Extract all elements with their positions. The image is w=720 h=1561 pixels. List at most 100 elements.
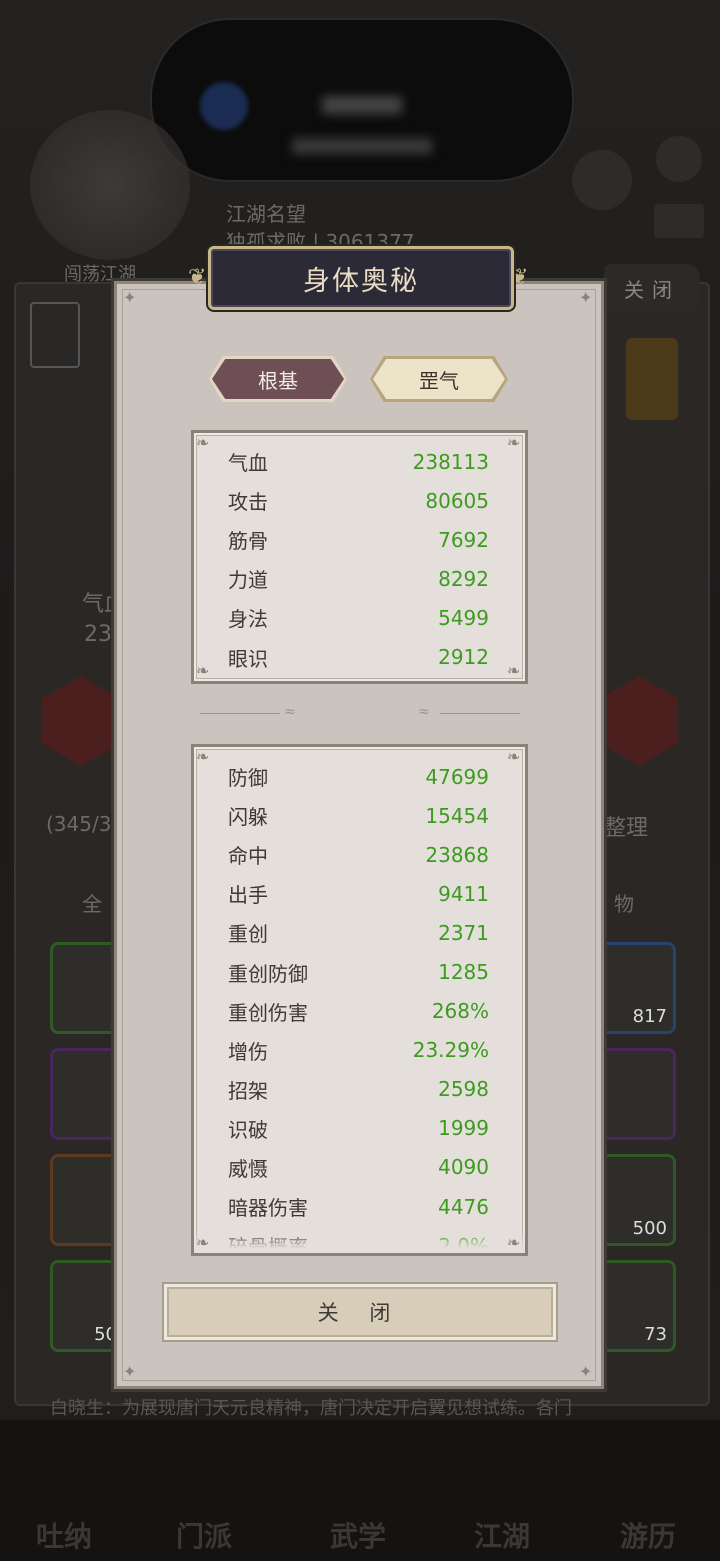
stat-name: 威慑 [228,1156,268,1181]
corner-ornament: ❧ [196,1233,210,1252]
base-stat-row: 攻击 80605 [228,481,489,520]
base-stats-panel: ❧ ❧ ❧ ❧ 气血 238113 攻击 80605 筋骨 7692 力道 8292 身法 549… [191,430,528,684]
base-stat-row: 筋骨 7692 [228,520,489,559]
sort-button: 整理 [604,816,649,841]
stat-name: 重创伤害 [228,1000,308,1025]
base-stat-row: 身法 5499 [228,598,489,637]
stat-name: 增伤 [228,1039,268,1064]
dialog-title-plate: 身体奥秘 [208,246,514,310]
stat-value: 7692 [438,527,489,552]
filter-item: 物 [614,892,634,916]
combat-stat-row: 暗器伤害 4476 [228,1187,489,1226]
combat-stat-row: 防御 47699 [228,757,489,796]
combat-stat-row: 出手 9411 [228,874,489,913]
nav-tuna: 吐纳 [36,1520,93,1553]
base-stats-list: 气血 238113 攻击 80605 筋骨 7692 力道 8292 身法 5499 眼识 2912 [228,442,489,677]
inventory-tile: 73 [600,1260,676,1352]
stat-name: 气血 [228,451,268,476]
notification-pill [150,18,574,182]
stat-value: 8292 [438,566,489,591]
notification-blurred-text [322,96,402,114]
news-ticker: 白晓生：为展现唐门天元良精神，唐门决定开启翼见想试练。各门 [50,1398,572,1419]
combat-stat-row: 命中 23868 [228,835,489,874]
corner-ornament: ❧ [196,747,210,766]
post-icon [30,302,80,368]
stat-value: 23.29% [412,1038,489,1063]
combat-stats-panel[interactable]: ❧ ❧ 防御 47699 闪躲 15454 命中 23868 出手 9411 重创 2371 重创防… [191,744,528,1256]
stat-name: 出手 [228,883,268,908]
scroll-fade [194,1231,525,1253]
stat-value: 2912 [438,645,489,670]
stat-value: 2371 [438,920,489,945]
stat-value: 23868 [425,842,489,867]
corner-ornament: ✦ [579,1362,593,1381]
background-close-tab: 关闭 [604,264,700,312]
combat-stats-list[interactable]: 防御 47699 闪躲 15454 命中 23868 出手 9411 重创 2371 重创防御 128… [228,757,489,1253]
tab-gangqi[interactable]: 罡气 [370,356,508,402]
combat-stat-row: 重创 2371 [228,913,489,952]
notification-blurred-subtext [292,138,432,154]
stat-name: 力道 [228,568,268,593]
stat-value: 4090 [438,1155,489,1180]
stat-name: 招架 [228,1078,268,1103]
corner-ornament: ✦ [123,1362,137,1381]
stat-name: 闪躲 [228,805,268,830]
corner-ornament: ❧ [196,433,210,452]
combat-stat-row: 闪躲 15454 [228,796,489,835]
stat-name: 眼识 [228,646,268,671]
divider-ornament: ≈ [284,704,296,720]
corner-ornament: ✦ [579,288,593,307]
base-stat-row: 力道 8292 [228,559,489,598]
tab-genji-label: 根基 [258,368,298,393]
nav-youli: 游历 [620,1520,677,1553]
corner-ornament: ❧ [507,661,521,680]
combat-stat-row: 识破 1999 [228,1109,489,1148]
nav-wuxue: 武学 [330,1520,387,1553]
filter-all: 全 [82,892,102,916]
combat-stat-row: 重创防御 1285 [228,952,489,991]
combat-stat-row: 重创伤害 268% [228,992,489,1031]
combat-stat-row: 增伤 23.29% [228,1031,489,1070]
tab-gangqi-label: 罡气 [419,368,459,393]
corner-ornament: ❧ [507,433,521,452]
inventory-count: (345/38 [46,812,125,836]
stat-name: 攻击 [228,490,268,515]
mail-icon [654,204,704,238]
notification-icon [200,82,248,130]
stat-name: 重创防御 [228,961,308,986]
stat-name: 命中 [228,844,268,869]
stat-name: 识破 [228,1117,268,1142]
stat-value: 1285 [438,960,489,985]
inventory-tile [600,1048,676,1140]
stat-value: 4476 [438,1194,489,1219]
base-stat-row: 眼识 2912 [228,637,489,676]
stat-value: 15454 [425,803,489,828]
section-divider: ≈ ≈ [200,704,520,720]
divider-ornament: ≈ [418,704,430,720]
stat-name: 暗器伤害 [228,1196,308,1221]
inventory-tile: 500 [600,1154,676,1246]
stat-value: 5499 [438,605,489,630]
nav-menpai: 门派 [176,1520,233,1553]
tile-count: 500 [632,1218,667,1239]
gold-emblem-icon [626,338,678,420]
combat-stat-row: 威慑 4090 [228,1148,489,1187]
player-avatar [30,110,190,260]
corner-ornament: ✦ [123,288,137,307]
tile-count: 73 [644,1324,667,1345]
stat-value: 9411 [438,881,489,906]
stat-value: 2598 [438,1077,489,1102]
stat-value: 80605 [425,488,489,513]
stat-value: 47699 [425,764,489,789]
close-button[interactable]: 关 闭 [164,1284,556,1340]
stat-name: 身法 [228,607,268,632]
gear-icon [656,136,702,182]
tab-genji[interactable]: 根基 [209,356,347,402]
base-stat-row: 气血 238113 [228,442,489,481]
combat-stat-row: 招架 2598 [228,1070,489,1109]
stat-name: 筋骨 [228,529,268,554]
nav-jianghu: 江湖 [474,1520,531,1553]
stat-value: 1999 [438,1116,489,1141]
tile-count: 817 [632,1006,667,1027]
inventory-tile: 817 [600,942,676,1034]
